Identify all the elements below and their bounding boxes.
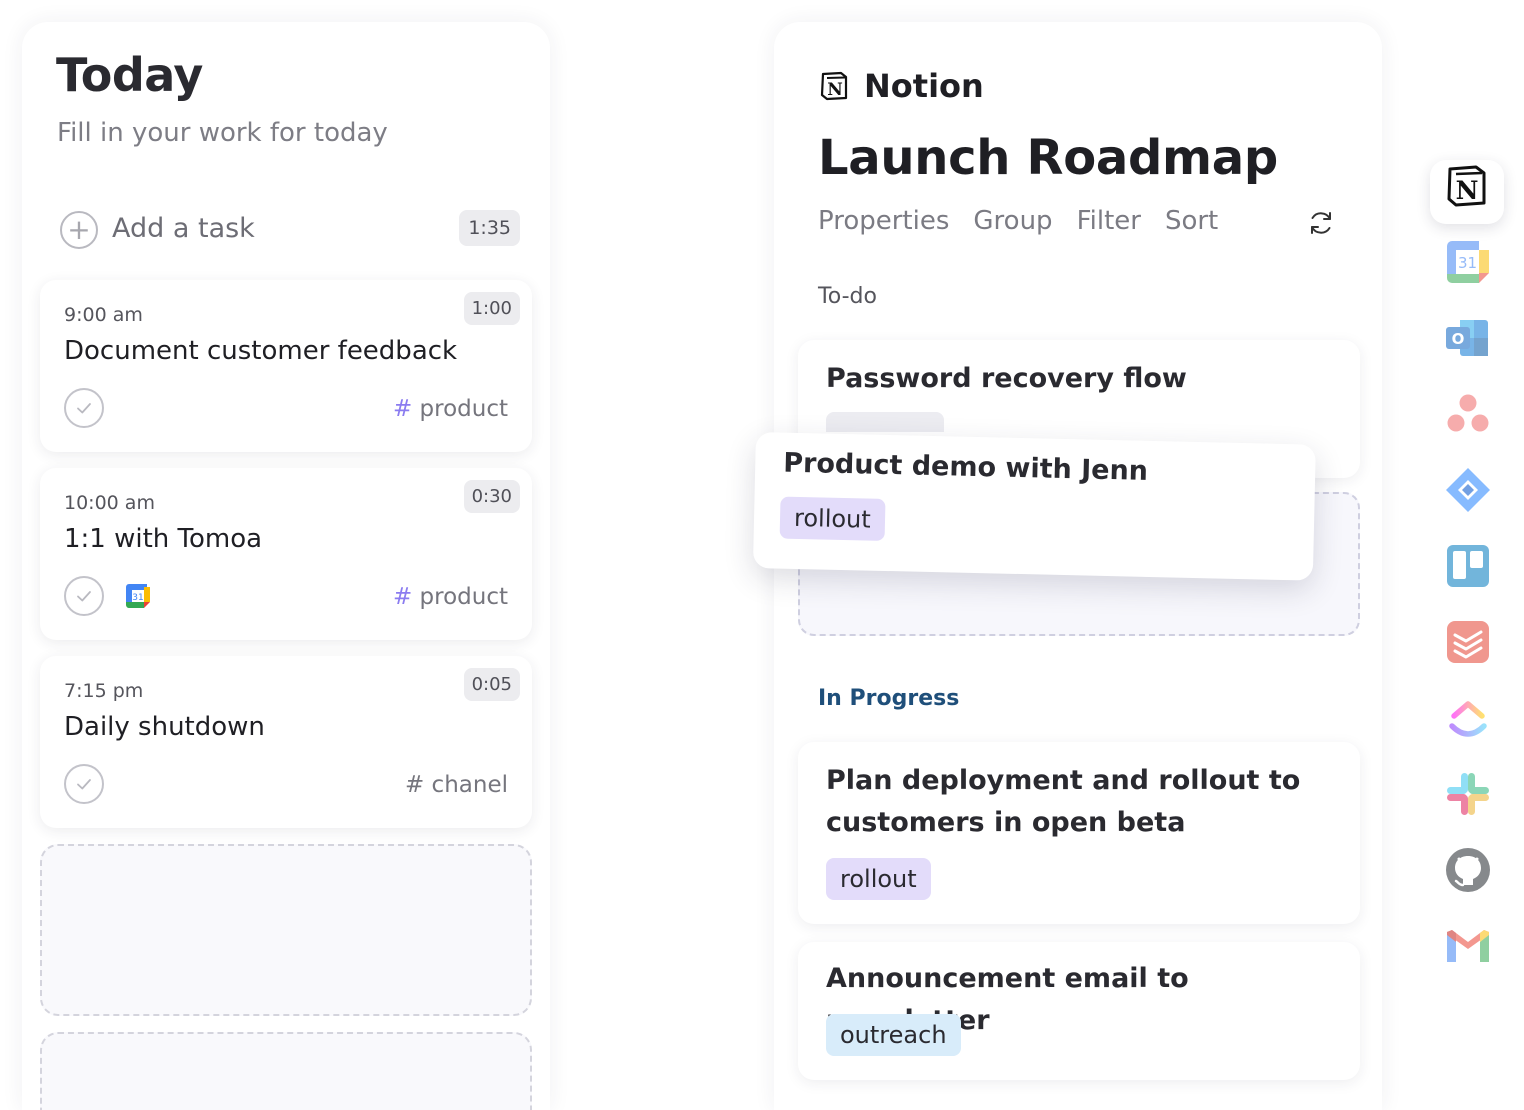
toolbar-group[interactable]: Group — [973, 206, 1052, 236]
card-title: Password recovery flow — [826, 363, 1187, 394]
page-subtitle: Fill in your work for today — [57, 118, 388, 148]
add-task-row[interactable]: + Add a task 1:35 — [60, 210, 520, 250]
card-title-line: customers in open beta — [826, 807, 1186, 838]
tag-pill[interactable]: rollout — [779, 496, 886, 541]
clickup-icon[interactable] — [1444, 694, 1492, 742]
complete-checkbox[interactable] — [64, 764, 104, 804]
dragging-card[interactable]: Product demo with Jenn rollout — [752, 432, 1316, 581]
svg-text:N: N — [827, 80, 843, 100]
task-title[interactable]: Document customer feedback — [64, 336, 457, 366]
svg-text:N: N — [1456, 176, 1479, 205]
task-tag[interactable]: # product — [393, 584, 508, 610]
add-task-label[interactable]: Add a task — [112, 213, 255, 244]
tag-label: product — [412, 584, 508, 610]
board-card[interactable]: Plan deployment and rollout to customers… — [798, 742, 1360, 924]
app-name: Notion — [864, 67, 984, 105]
tag-hash: # — [392, 396, 413, 422]
ghost-tag — [826, 412, 944, 432]
toolbar-filter[interactable]: Filter — [1077, 206, 1141, 236]
task-duration-badge: 0:05 — [463, 668, 520, 701]
task-title[interactable]: 1:1 with Tomoa — [64, 524, 262, 554]
complete-checkbox[interactable] — [64, 388, 104, 428]
svg-text:31: 31 — [1458, 254, 1477, 272]
task-card[interactable]: 10:00 am 0:30 1:1 with Tomoa 31 # produc… — [40, 468, 532, 640]
board-title: Launch Roadmap — [818, 130, 1278, 186]
notion-logo-icon: N — [820, 71, 848, 101]
task-tag[interactable]: # chanel — [405, 772, 508, 798]
svg-text:O: O — [1452, 330, 1465, 348]
page-title: Today — [56, 48, 203, 102]
today-panel: Today Fill in your work for today + Add … — [22, 22, 550, 1110]
tag-hash: # — [404, 772, 425, 798]
task-title[interactable]: Daily shutdown — [64, 712, 265, 742]
check-icon — [77, 403, 91, 414]
total-time-badge: 1:35 — [459, 210, 520, 246]
notion-icon[interactable]: N — [1442, 162, 1490, 210]
google-calendar-icon: 31 — [126, 584, 150, 608]
svg-text:31: 31 — [132, 593, 143, 603]
check-icon — [77, 591, 91, 602]
tag-pill[interactable]: outreach — [826, 1014, 961, 1056]
notion-header: N Notion — [818, 66, 984, 106]
empty-slot — [40, 844, 532, 1016]
card-title-line: Plan deployment and rollout to — [826, 765, 1301, 796]
slack-icon[interactable] — [1444, 770, 1492, 818]
asana-icon[interactable] — [1444, 390, 1492, 438]
task-card[interactable]: 9:00 am 1:00 Document customer feedback … — [40, 280, 532, 452]
plus-icon[interactable]: + — [60, 211, 98, 249]
group-label-in-progress: In Progress — [818, 686, 960, 711]
outlook-icon[interactable]: O — [1444, 314, 1492, 362]
trello-icon[interactable] — [1444, 542, 1492, 590]
google-calendar-icon[interactable]: 31 — [1444, 238, 1492, 286]
board-card[interactable]: Announcement email to newsletter outreac… — [798, 942, 1360, 1080]
jira-icon[interactable] — [1444, 466, 1492, 514]
tag-pill[interactable]: rollout — [826, 858, 931, 900]
tag-hash: # — [392, 584, 413, 610]
board-toolbar: Properties Group Filter Sort — [818, 206, 1218, 236]
tag-label: product — [412, 396, 508, 422]
task-card[interactable]: 7:15 pm 0:05 Daily shutdown # chanel — [40, 656, 532, 828]
task-time: 7:15 pm — [64, 680, 144, 702]
todoist-icon[interactable] — [1444, 618, 1492, 666]
empty-slot — [40, 1032, 532, 1110]
task-duration-badge: 0:30 — [463, 480, 520, 513]
toolbar-properties[interactable]: Properties — [818, 206, 949, 236]
task-time: 9:00 am — [64, 304, 143, 326]
group-label-todo: To-do — [818, 284, 877, 309]
task-tag[interactable]: # product — [393, 396, 508, 422]
github-icon[interactable] — [1444, 846, 1492, 894]
task-time: 10:00 am — [64, 492, 155, 514]
task-duration-badge: 1:00 — [463, 292, 520, 325]
toolbar-sort[interactable]: Sort — [1165, 206, 1218, 236]
complete-checkbox[interactable] — [64, 576, 104, 616]
tag-label: chanel — [424, 772, 508, 798]
gmail-icon[interactable] — [1444, 922, 1492, 970]
card-title: Product demo with Jenn — [782, 447, 1149, 487]
check-icon — [77, 779, 91, 790]
refresh-icon[interactable] — [1306, 208, 1336, 238]
